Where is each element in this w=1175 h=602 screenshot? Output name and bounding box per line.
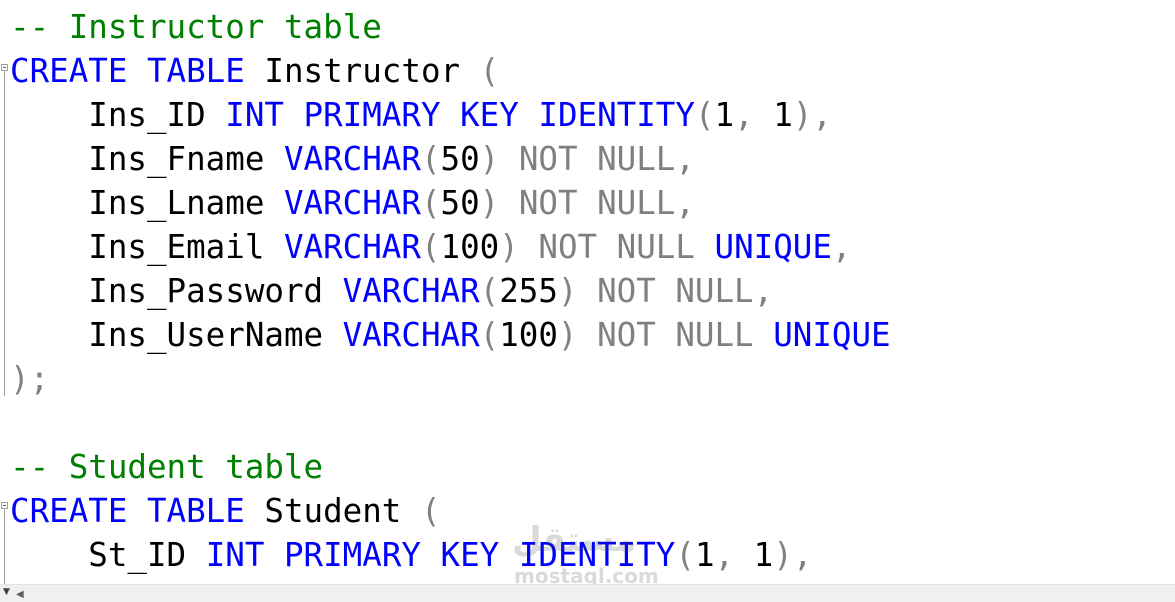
not-null: NOT NULL, (597, 272, 774, 310)
number: 50 (440, 184, 480, 222)
number: 100 (440, 228, 500, 266)
column-name: Ins_UserName (88, 316, 324, 354)
paren: ( (479, 52, 500, 90)
comment: -- Instructor table (10, 8, 382, 46)
number: 1 (714, 96, 735, 134)
not-null: NOT NULL, (518, 140, 695, 178)
keyword: PRIMARY (303, 96, 441, 134)
number: 1 (773, 96, 793, 134)
code-line: Ins_ID INT PRIMARY KEY IDENTITY(1, 1), (10, 93, 832, 137)
number: 255 (499, 272, 558, 310)
keyword: CREATE (10, 492, 128, 530)
keyword: IDENTITY (518, 536, 676, 574)
paren: ( (694, 96, 715, 134)
paren: ) (557, 272, 578, 310)
collapse-icon[interactable] (1, 502, 8, 509)
paren: ( (420, 228, 441, 266)
statement-end: ); (10, 360, 50, 398)
type: INT (225, 96, 284, 134)
keyword: TABLE (146, 52, 245, 90)
table-name: Student (264, 492, 402, 530)
paren: ) (479, 184, 500, 222)
paren: ), (773, 536, 813, 574)
unique: UNIQUE (773, 316, 891, 354)
code-line: CREATE TABLE Student ( (10, 489, 441, 533)
outline-bar (4, 68, 5, 396)
paren: ( (420, 184, 441, 222)
scroll-left-icon[interactable]: ◀ (16, 589, 24, 600)
keyword: CREATE (10, 52, 128, 90)
horizontal-scrollbar[interactable]: ▼ ◀ (0, 584, 1175, 602)
code-line: -- Instructor table (10, 5, 382, 49)
paren: ( (479, 272, 500, 310)
number: 1 (753, 536, 774, 574)
type: VARCHAR (342, 316, 480, 354)
paren: ( (675, 536, 695, 574)
code-line: Ins_Email VARCHAR(100) NOT NULL UNIQUE, (10, 225, 851, 269)
comma: , (831, 228, 852, 266)
code-line: ); (10, 357, 49, 401)
paren: ( (479, 316, 500, 354)
column-name: Ins_ID (88, 96, 206, 134)
keyword: PRIMARY (283, 536, 421, 574)
type: INT (205, 536, 265, 574)
type: VARCHAR (342, 272, 480, 310)
number: 50 (440, 140, 480, 178)
paren: ( (420, 492, 441, 530)
paren: ) (557, 316, 578, 354)
comment: -- Student table (10, 448, 324, 486)
number: 1 (694, 536, 715, 574)
not-null: NOT NULL (538, 228, 695, 266)
not-null: NOT NULL (597, 316, 754, 354)
code-line: Ins_Fname VARCHAR(50) NOT NULL, (10, 137, 695, 181)
keyword: KEY (460, 96, 519, 134)
column-name: Ins_Password (88, 272, 324, 310)
keyword: KEY (440, 536, 500, 574)
not-null: NOT NULL, (518, 184, 695, 222)
code-line: St_ID INT PRIMARY KEY IDENTITY(1, 1), (10, 533, 812, 577)
paren: ( (420, 140, 441, 178)
collapse-icon[interactable] (1, 64, 8, 71)
column-name: Ins_Fname (88, 140, 265, 178)
paren: ) (499, 228, 519, 266)
outline-bar (4, 506, 5, 584)
column-name: St_ID (88, 536, 187, 574)
table-name: Instructor (264, 52, 461, 90)
code-line: Ins_Password VARCHAR(255) NOT NULL, (10, 269, 773, 313)
paren: ) (479, 140, 500, 178)
keyword: IDENTITY (538, 96, 695, 134)
type: VARCHAR (283, 140, 421, 178)
type: VARCHAR (283, 184, 421, 222)
comma: , (714, 536, 735, 574)
code-line: Ins_UserName VARCHAR(100) NOT NULL UNIQU… (10, 313, 891, 357)
unique: UNIQUE (714, 228, 832, 266)
column-name: Ins_Email (88, 228, 265, 266)
comma: , (734, 96, 754, 134)
code-line: CREATE TABLE Instructor ( (10, 49, 499, 93)
code-editor[interactable]: -- Instructor table CREATE TABLE Instruc… (0, 0, 1175, 584)
dropdown-arrow-icon[interactable]: ▼ (3, 587, 10, 597)
code-line: Ins_Lname VARCHAR(50) NOT NULL, (10, 181, 695, 225)
code-line: -- Student table (10, 445, 323, 489)
type: VARCHAR (283, 228, 421, 266)
column-name: Ins_Lname (88, 184, 265, 222)
number: 100 (499, 316, 558, 354)
paren: ), (792, 96, 832, 134)
keyword: TABLE (146, 492, 245, 530)
